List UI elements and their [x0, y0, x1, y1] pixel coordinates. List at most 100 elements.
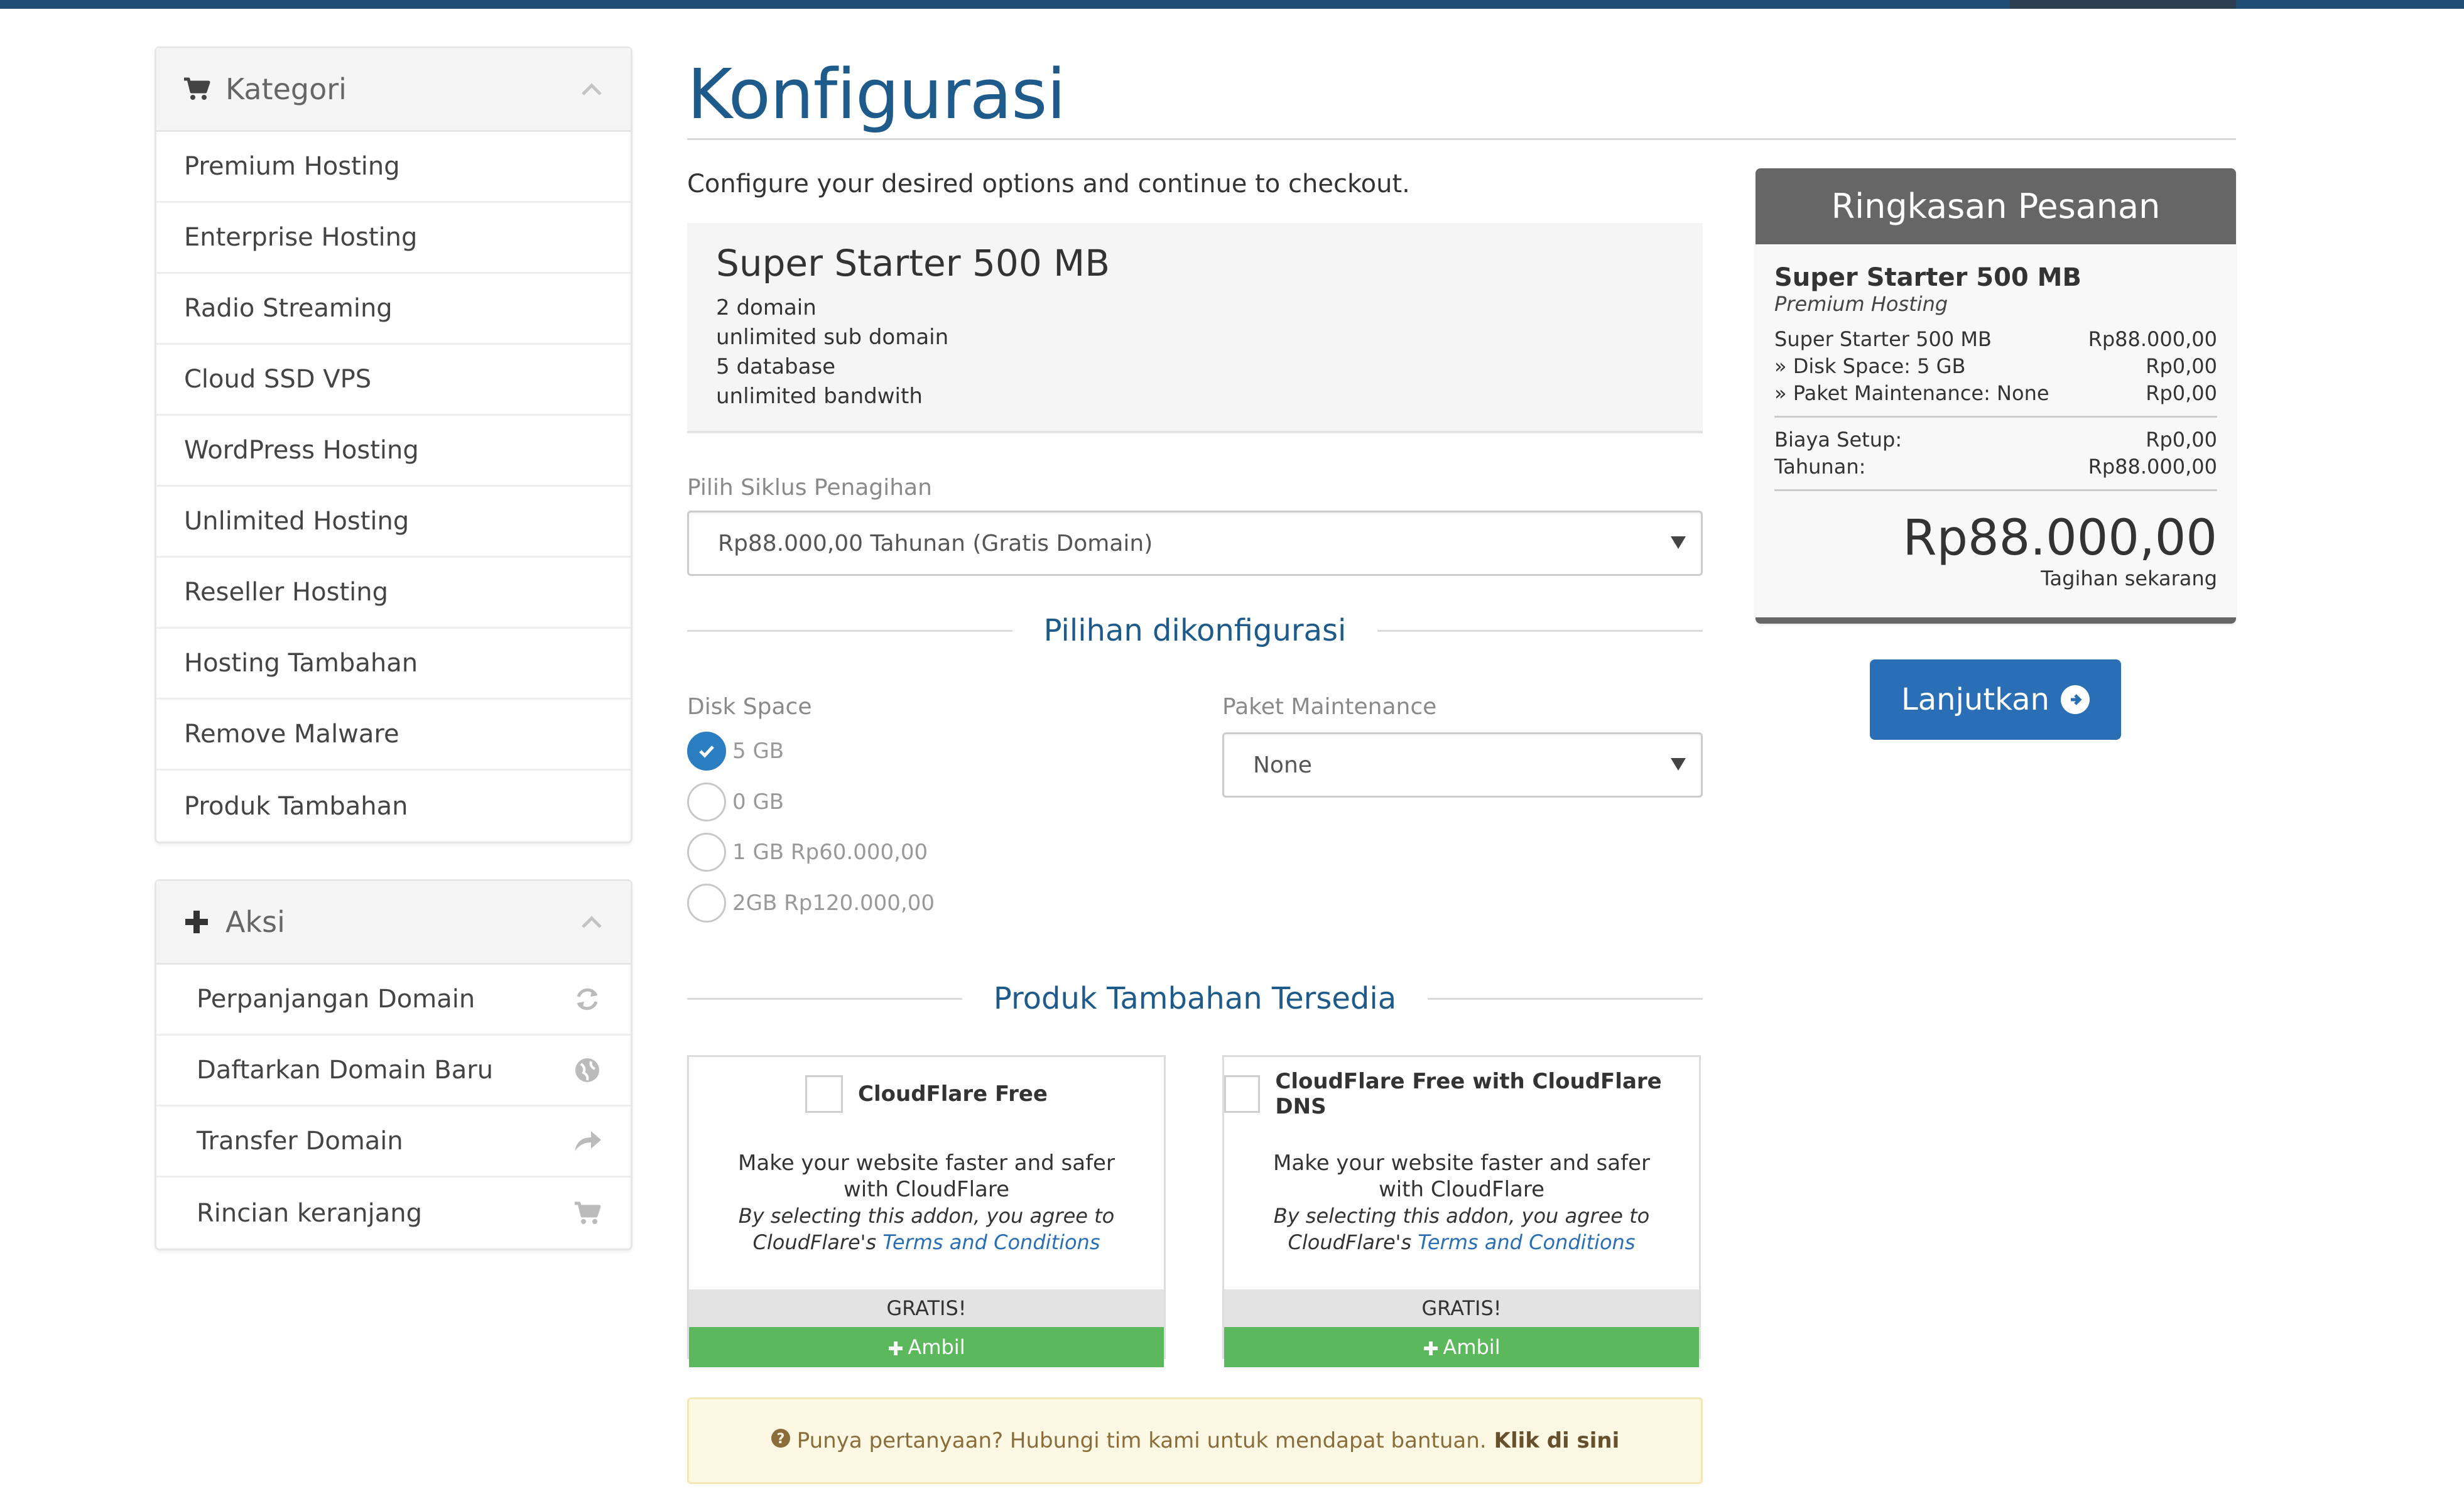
sidebar-item-perpanjangan-domain[interactable]: Perpanjangan Domain [156, 965, 631, 1036]
divider-line [1377, 629, 1703, 632]
divider-line [687, 629, 1012, 632]
sidebar-item-remove-malware[interactable]: Remove Malware [156, 700, 631, 771]
addon-ambil-button[interactable]: Ambil [1224, 1327, 1699, 1367]
summary-line: » Paket Maintenance: None Rp0,00 [1774, 380, 2217, 407]
continue-button[interactable]: Lanjutkan [1870, 659, 2121, 740]
summary-fee-label: Tahunan: [1774, 455, 1866, 479]
config-options-title: Pilihan dikonfigurasi [1043, 613, 1347, 648]
summary-fee: Tahunan: Rp88.000,00 [1774, 453, 2217, 480]
sidebar-item-unlimited-hosting[interactable]: Unlimited Hosting [156, 487, 631, 558]
sidebar-item-radio-streaming[interactable]: Radio Streaming [156, 274, 631, 345]
plus-icon [887, 1335, 908, 1359]
order-summary-title: Ringkasan Pesanan [1756, 168, 2236, 244]
disk-option-1gb[interactable]: 1 GB Rp60.000,00 [687, 833, 928, 872]
terms-link[interactable]: Terms and Conditions [1418, 1230, 1635, 1254]
globe-icon [572, 1054, 603, 1086]
sidebar-item-rincian-keranjang[interactable]: Rincian keranjang [156, 1178, 631, 1249]
disk-option-label: 5 GB [732, 739, 784, 764]
addon-ambil-label: Ambil [1443, 1335, 1501, 1359]
category-panel-title: Kategori [225, 72, 347, 106]
billing-cycle-value: Rp88.000,00 Tahunan (Gratis Domain) [718, 530, 1153, 556]
addon-header[interactable]: CloudFlare Free [689, 1057, 1164, 1131]
summary-total-label: Tagihan sekarang [2041, 566, 2217, 590]
svg-text:?: ? [776, 1431, 784, 1447]
sidebar-item-daftarkan-domain-baru[interactable]: Daftarkan Domain Baru [156, 1036, 631, 1107]
summary-fee-value: Rp88.000,00 [2088, 455, 2217, 479]
order-summary-body: Super Starter 500 MB Premium Hosting Sup… [1756, 244, 2236, 590]
terms-link[interactable]: Terms and Conditions [882, 1230, 1100, 1254]
share-icon [572, 1125, 603, 1157]
summary-line-label: Super Starter 500 MB [1774, 327, 1992, 351]
summary-fee: Biaya Setup: Rp0,00 [1774, 426, 2217, 453]
maintenance-select[interactable]: None [1222, 732, 1703, 798]
sidebar-item-label: Rincian keranjang [197, 1198, 422, 1228]
plus-icon [182, 908, 212, 936]
product-feature: 5 database [716, 354, 836, 379]
billing-cycle-select[interactable]: Rp88.000,00 Tahunan (Gratis Domain) [687, 511, 1703, 576]
addon-desc-text: Make your website faster and safer with … [1273, 1151, 1650, 1202]
addon-price: GRATIS! [1224, 1289, 1699, 1327]
maintenance-label: Paket Maintenance [1222, 694, 1437, 720]
sidebar-item-cloud-ssd-vps[interactable]: Cloud SSD VPS [156, 345, 631, 416]
radio-unchecked-icon[interactable] [687, 783, 726, 821]
summary-divider [1774, 416, 2217, 418]
help-banner: ? Punya pertanyaan? Hubungi tim kami unt… [687, 1397, 1703, 1484]
sidebar-item-reseller-hosting[interactable]: Reseller Hosting [156, 558, 631, 629]
page-title: Konfigurasi [687, 54, 1066, 134]
summary-divider [1774, 489, 2217, 491]
summary-product-category: Premium Hosting [1774, 292, 1948, 316]
summary-line: Super Starter 500 MB Rp88.000,00 [1774, 326, 2217, 353]
help-text: Punya pertanyaan? Hubungi tim kami untuk… [796, 1428, 1487, 1453]
sidebar-item-transfer-domain[interactable]: Transfer Domain [156, 1107, 631, 1178]
radio-checked-icon[interactable] [687, 732, 726, 771]
chevron-up-icon[interactable] [578, 75, 605, 103]
sidebar-item-hosting-tambahan[interactable]: Hosting Tambahan [156, 629, 631, 700]
product-feature: unlimited bandwith [716, 384, 923, 409]
summary-line-value: Rp0,00 [2146, 381, 2217, 405]
order-summary: Ringkasan Pesanan Super Starter 500 MB P… [1756, 168, 2236, 624]
summary-total: Rp88.000,00 [1902, 510, 2217, 566]
summary-line-value: Rp88.000,00 [2088, 327, 2217, 351]
addon-header[interactable]: CloudFlare Free with CloudFlare DNS [1224, 1057, 1699, 1131]
summary-fee-value: Rp0,00 [2146, 428, 2217, 452]
addon-ambil-label: Ambil [908, 1335, 965, 1359]
summary-line-label: » Paket Maintenance: None [1774, 381, 2049, 405]
product-feature: unlimited sub domain [716, 325, 949, 350]
addon-checkbox[interactable] [805, 1075, 844, 1113]
category-panel-header[interactable]: Kategori [156, 48, 631, 132]
disk-option-5gb[interactable]: 5 GB [687, 732, 784, 771]
disk-option-label: 1 GB Rp60.000,00 [732, 840, 928, 865]
summary-line-value: Rp0,00 [2146, 354, 2217, 378]
sidebar-item-produk-tambahan[interactable]: Produk Tambahan [156, 771, 631, 842]
sidebar-item-wordpress-hosting[interactable]: WordPress Hosting [156, 416, 631, 487]
refresh-icon [572, 984, 603, 1015]
addon-checkbox[interactable] [1224, 1075, 1261, 1113]
dropdown-caret-icon [1671, 758, 1686, 771]
disk-option-label: 2GB Rp120.000,00 [732, 891, 935, 916]
plus-icon [1423, 1335, 1443, 1359]
radio-unchecked-icon[interactable] [687, 884, 726, 923]
addon-agree-text: By selecting this addon, you agree to Cl… [1262, 1203, 1661, 1255]
addon-name: CloudFlare Free [858, 1081, 1048, 1107]
cart-icon [572, 1198, 603, 1229]
question-circle-icon: ? [771, 1428, 791, 1454]
radio-unchecked-icon[interactable] [687, 833, 726, 872]
addon-description: Make your website faster and safer with … [1224, 1131, 1699, 1289]
help-link[interactable]: Klik di sini [1494, 1428, 1620, 1453]
addon-ambil-button[interactable]: Ambil [689, 1327, 1164, 1367]
page-subtitle: Configure your desired options and conti… [687, 170, 1410, 198]
disk-option-0gb[interactable]: 0 GB [687, 783, 784, 821]
category-panel: Kategori Premium Hosting Enterprise Host… [155, 46, 632, 843]
sidebar-item-premium-hosting[interactable]: Premium Hosting [156, 132, 631, 203]
dropdown-caret-icon [1671, 536, 1686, 549]
product-name: Super Starter 500 MB [716, 242, 1110, 284]
disk-option-2gb[interactable]: 2GB Rp120.000,00 [687, 884, 935, 923]
addon-desc-text: Make your website faster and safer with … [738, 1151, 1115, 1202]
config-options-heading: Pilihan dikonfigurasi [687, 613, 1703, 648]
chevron-up-icon[interactable] [578, 908, 605, 936]
sidebar-item-enterprise-hosting[interactable]: Enterprise Hosting [156, 203, 631, 274]
actions-panel-title: Aksi [225, 905, 285, 939]
summary-line-label: » Disk Space: 5 GB [1774, 354, 1966, 378]
actions-panel-header[interactable]: Aksi [156, 881, 631, 965]
addon-card-cloudflare-dns: CloudFlare Free with CloudFlare DNS Make… [1222, 1055, 1701, 1367]
